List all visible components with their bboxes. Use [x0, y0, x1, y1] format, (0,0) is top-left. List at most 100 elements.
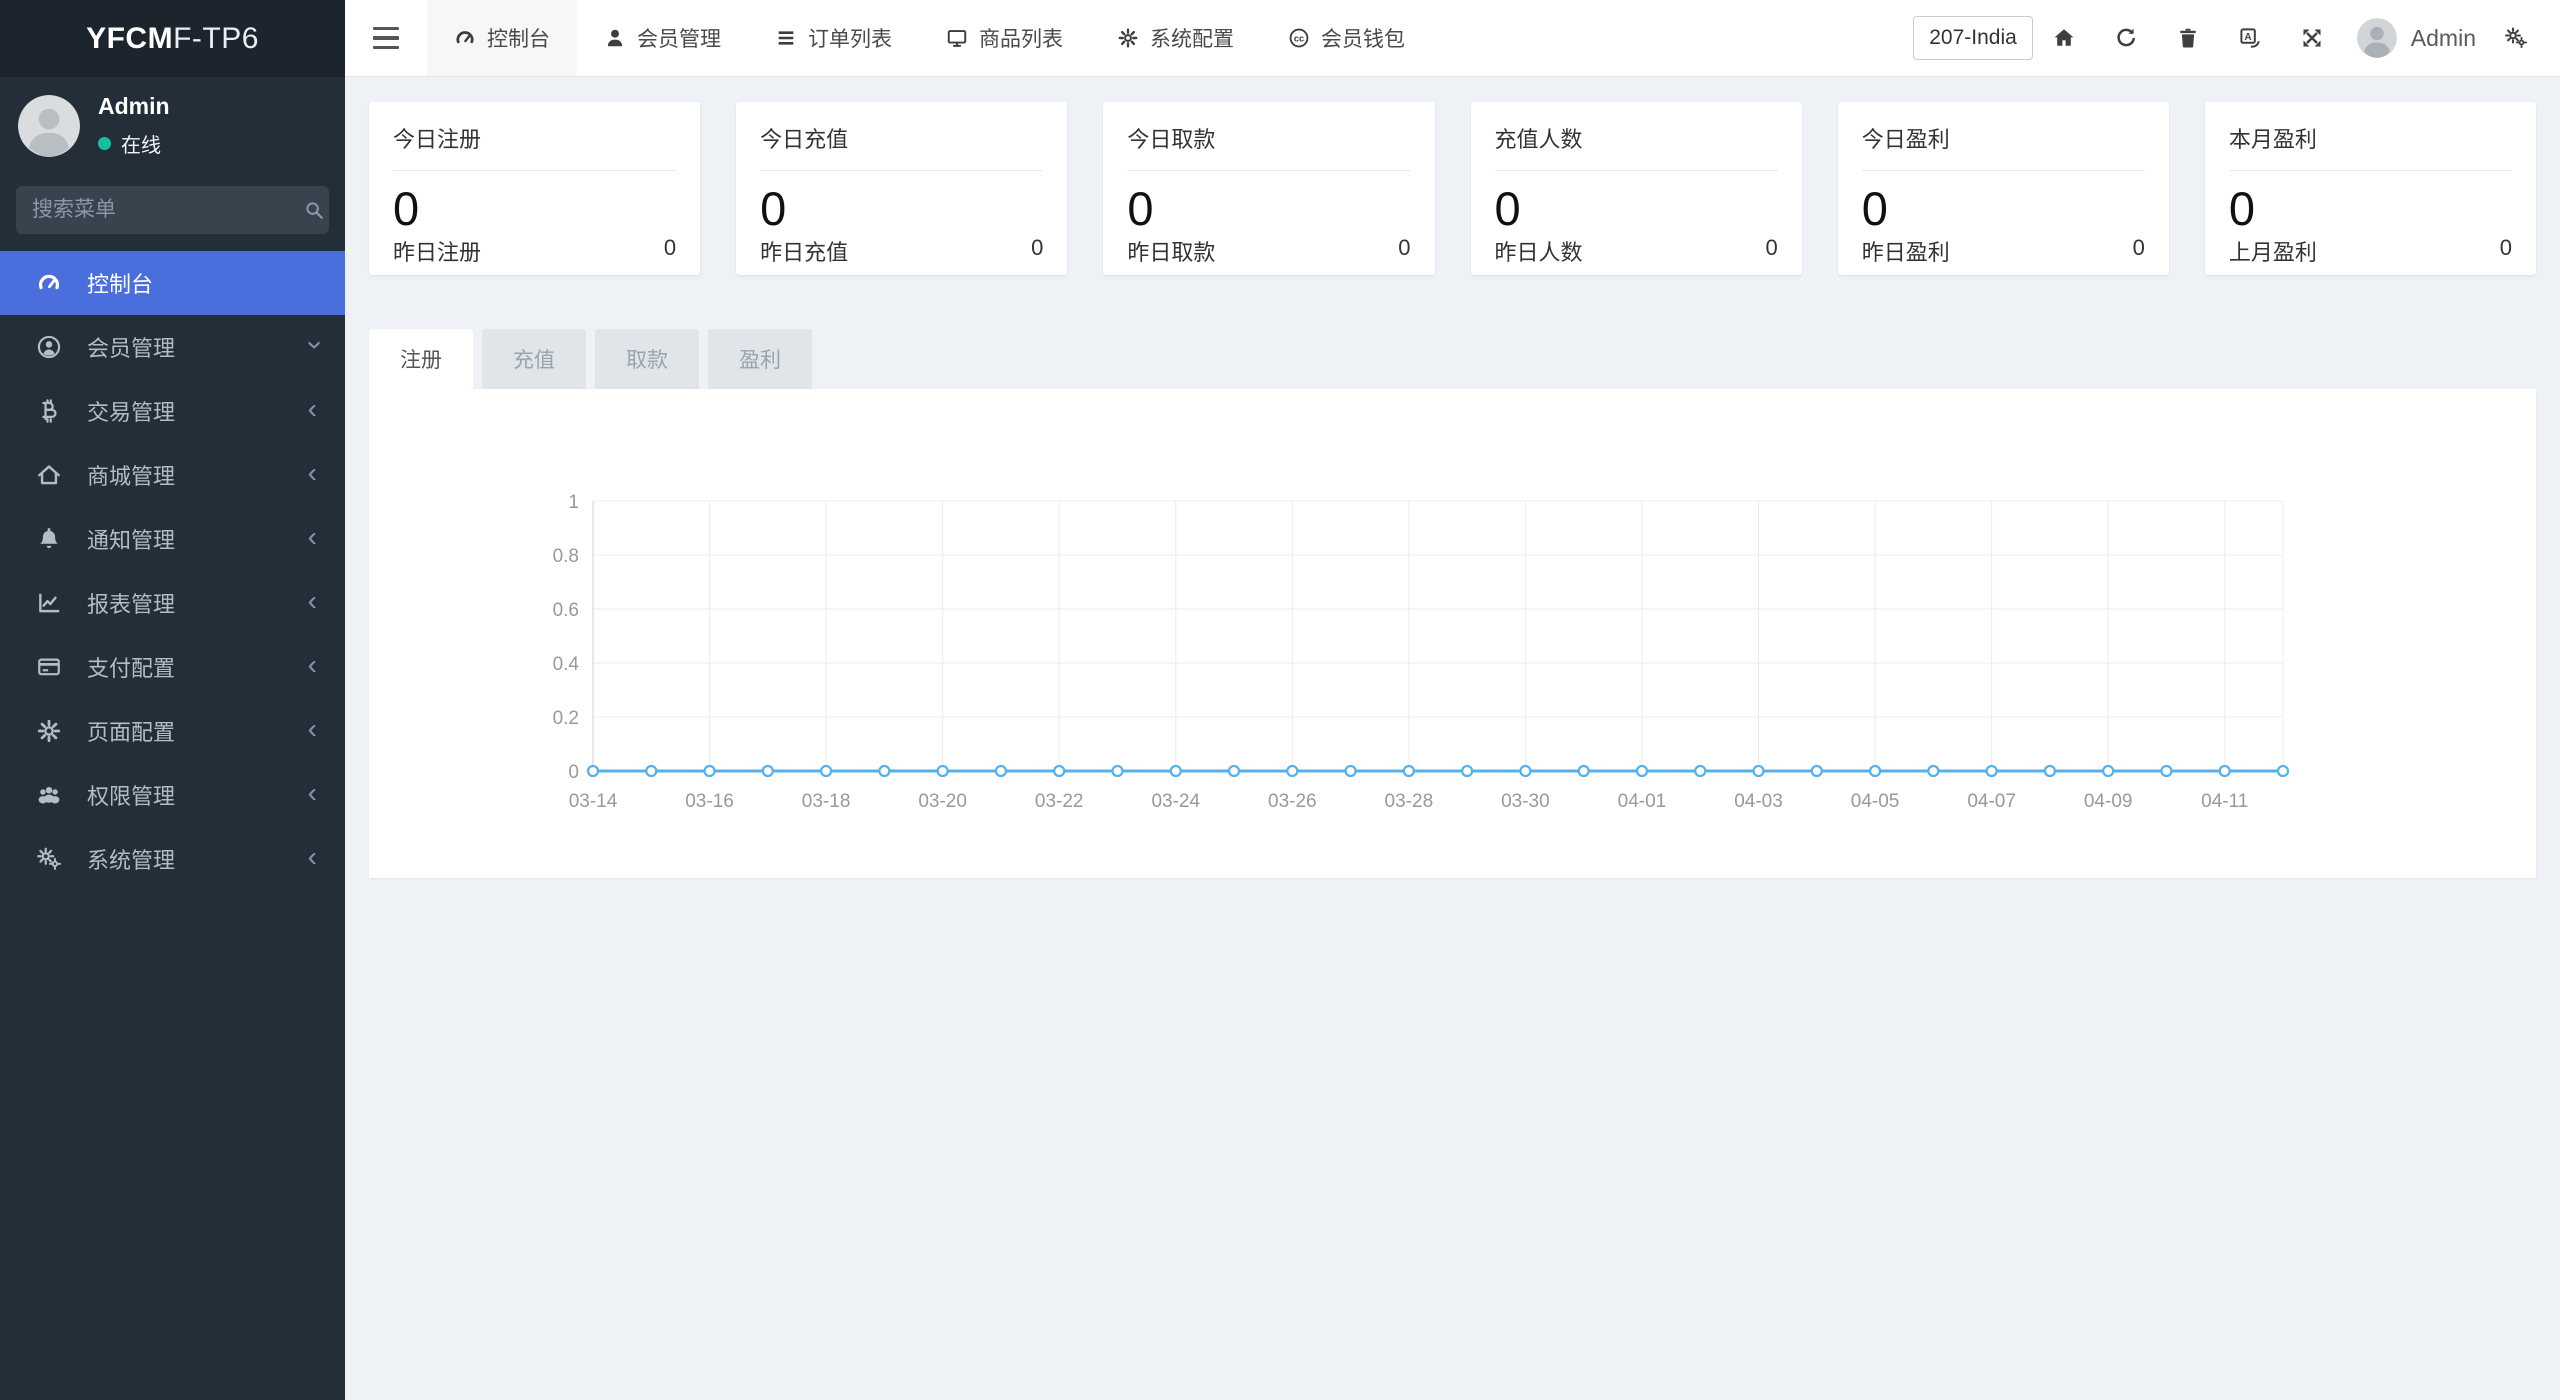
search-icon[interactable] [303, 199, 325, 221]
user-circle-icon [36, 334, 62, 360]
svg-text:03-26: 03-26 [1268, 791, 1317, 812]
stat-sub-value: 0 [1765, 234, 1778, 260]
sidebar-item-label: 报表管理 [87, 592, 176, 617]
online-status-dot [98, 137, 111, 150]
sidebar-item-mall[interactable]: 商城管理 ‹ [0, 443, 345, 507]
chart-tab-profit[interactable]: 盈利 [708, 329, 812, 389]
tab-label: 订单列表 [808, 28, 892, 51]
main-content: 今日注册 0 昨日注册 0 今日充值 0 昨日充值 0 今日取款 0 昨日取款 0 充… [345, 78, 2560, 1400]
stats-row: 今日注册 0 昨日注册 0 今日充值 0 昨日充值 0 今日取款 0 昨日取款 0 充… [369, 102, 2537, 275]
stat-card-today-recharge: 今日充值 0 昨日充值 0 [736, 102, 1068, 275]
search-input[interactable] [32, 198, 303, 222]
stat-value: 0 [760, 182, 787, 235]
tab-member-wallet[interactable]: cc 会员钱包 [1261, 0, 1432, 76]
svg-text:03-30: 03-30 [1501, 791, 1550, 812]
monitor-icon [947, 30, 967, 47]
stat-title: 充值人数 [1494, 127, 1583, 152]
chevron-left-icon: ‹ [307, 457, 317, 488]
sidebar-item-dashboard[interactable]: 控制台 [0, 251, 345, 315]
site-selector-button[interactable]: 207-India [1913, 16, 2033, 60]
sidebar-item-members[interactable]: 会员管理 ‹ [0, 315, 345, 379]
svg-text:cc: cc [1294, 33, 1304, 43]
bitcoin-icon [36, 398, 62, 424]
user-name: Admin [98, 93, 170, 119]
stat-sub-label: 昨日人数 [1494, 239, 1583, 265]
tab-orders[interactable]: 订单列表 [748, 0, 919, 76]
chart-tab-withdraw[interactable]: 取款 [595, 329, 699, 389]
sidebar-item-label: 交易管理 [87, 400, 176, 425]
chevron-left-icon: ‹ [307, 777, 317, 808]
chevron-left-icon: ‹ [307, 521, 317, 552]
home-icon[interactable] [2033, 26, 2095, 50]
avatar[interactable] [2356, 18, 2397, 58]
svg-text:1: 1 [568, 492, 579, 513]
svg-text:0.6: 0.6 [553, 600, 579, 621]
sidebar-item-label: 权限管理 [87, 784, 176, 809]
tab-members[interactable]: 会员管理 [577, 0, 748, 76]
stat-title: 本月盈利 [2228, 127, 2317, 152]
chart-tabs: 注册 充值 取款 盈利 [369, 329, 2536, 389]
app-logo-rest: F-TP6 [173, 21, 259, 55]
sidebar-menu: 控制台 会员管理 ‹ 交易管理 ‹ 商城管理 ‹ 通知管理 ‹ 报表管理 ‹ 支… [0, 251, 345, 891]
chart-tab-recharge[interactable]: 充值 [482, 329, 586, 389]
bell-icon [36, 526, 62, 552]
stat-title: 今日盈利 [1861, 127, 1950, 152]
chart-tab-register[interactable]: 注册 [369, 329, 473, 389]
tachometer-icon [36, 270, 62, 296]
tab-label: 商品列表 [979, 28, 1063, 51]
sidebar-item-reports[interactable]: 报表管理 ‹ [0, 571, 345, 635]
stat-sub-label: 昨日注册 [393, 239, 482, 265]
app-logo-bold: YFCM [86, 21, 174, 55]
svg-text:03-16: 03-16 [685, 791, 734, 812]
stat-sub-label: 昨日盈利 [1861, 239, 1950, 265]
line-chart: 0 0.2 0.4 0.6 0.8 1 03-14 03-16 03-18 03-20 03-22 0… [553, 492, 2290, 812]
sidebar-item-transactions[interactable]: 交易管理 ‹ [0, 379, 345, 443]
sidebar-item-page-config[interactable]: 页面配置 ‹ [0, 699, 345, 763]
sidebar-item-notifications[interactable]: 通知管理 ‹ [0, 507, 345, 571]
stat-card-today-register: 今日注册 0 昨日注册 0 [369, 102, 701, 275]
avatar [18, 94, 80, 157]
tab-label: 系统配置 [1150, 28, 1234, 51]
navbar-right: 207-India A Admin [1913, 0, 2560, 76]
tab-dashboard[interactable]: 控制台 [427, 0, 577, 76]
list-icon [778, 31, 794, 45]
stat-sub-value: 0 [2132, 234, 2145, 260]
stat-value: 0 [1494, 182, 1521, 235]
svg-text:04-07: 04-07 [1967, 791, 2016, 812]
gear-icon [1118, 28, 1138, 48]
stat-card-recharge-users: 充值人数 0 昨日人数 0 [1470, 102, 1802, 275]
sidebar-item-label: 支付配置 [87, 656, 176, 681]
hamburger-icon[interactable] [345, 0, 427, 76]
stat-value: 0 [2228, 182, 2255, 235]
sidebar-user-panel: Admin 在线 [0, 77, 345, 172]
stat-value: 0 [1127, 182, 1154, 235]
tab-label: 会员钱包 [1321, 28, 1405, 51]
sidebar-item-label: 通知管理 [87, 528, 176, 553]
refresh-icon[interactable] [2095, 26, 2157, 50]
sidebar-item-permissions[interactable]: 权限管理 ‹ [0, 763, 345, 827]
tab-system-config[interactable]: 系统配置 [1090, 0, 1261, 76]
svg-text:04-11: 04-11 [2201, 791, 2248, 812]
tab-products[interactable]: 商品列表 [919, 0, 1090, 76]
wallet-cc-icon: cc [1289, 28, 1309, 48]
chevron-left-icon: ‹ [307, 393, 317, 424]
app-logo: YFCM F-TP6 [0, 0, 345, 77]
settings-gears-icon[interactable] [2494, 26, 2538, 50]
svg-text:04-05: 04-05 [1851, 791, 1900, 812]
translate-icon[interactable]: A [2219, 26, 2281, 50]
stat-sub-value: 0 [2499, 234, 2513, 260]
trash-icon[interactable] [2157, 26, 2219, 50]
credit-card-icon [36, 654, 62, 680]
stat-value: 0 [1861, 182, 1888, 235]
tab-label: 会员管理 [637, 28, 721, 51]
fullscreen-icon[interactable] [2281, 26, 2343, 50]
stat-sub-label: 昨日取款 [1127, 239, 1216, 265]
users-icon [36, 782, 62, 808]
navbar-user-name[interactable]: Admin [2411, 25, 2476, 52]
svg-text:04-03: 04-03 [1734, 791, 1783, 812]
sidebar-item-label: 会员管理 [87, 336, 176, 361]
sidebar-item-payment-config[interactable]: 支付配置 ‹ [0, 635, 345, 699]
sidebar-item-system[interactable]: 系统管理 ‹ [0, 827, 345, 891]
sidebar-item-label: 系统管理 [87, 848, 176, 873]
svg-text:03-20: 03-20 [918, 791, 967, 812]
